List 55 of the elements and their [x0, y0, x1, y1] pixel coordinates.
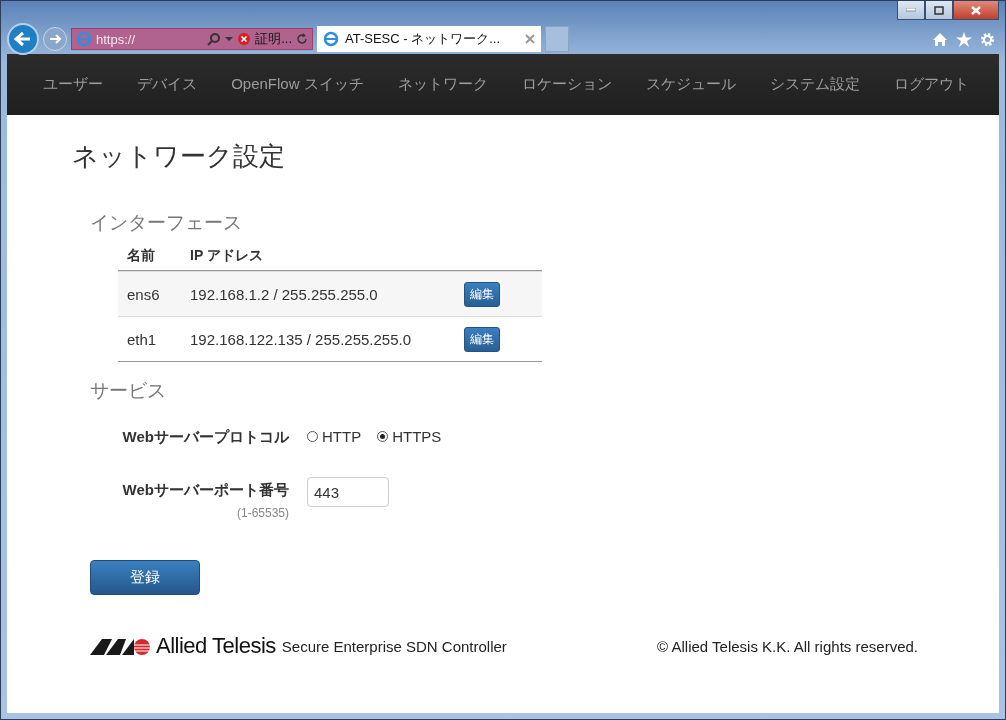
submit-button[interactable]: 登録 — [90, 560, 200, 595]
nav-link[interactable]: システム設定 — [769, 75, 860, 94]
brand-name: Allied Telesis — [156, 633, 276, 659]
nav-link[interactable]: ロケーション — [521, 75, 612, 94]
maximize-button[interactable] — [925, 1, 953, 20]
close-icon — [971, 5, 981, 15]
minimize-button[interactable] — [897, 1, 925, 20]
certificate-warning: 証明... — [255, 30, 292, 48]
forward-button[interactable] — [43, 27, 67, 51]
section-heading: サービス — [90, 379, 167, 403]
home-icon[interactable] — [932, 31, 948, 47]
minimize-icon — [906, 8, 916, 12]
column-header: IP アドレス — [190, 247, 264, 265]
nav-link[interactable]: OpenFlow スイッチ — [231, 75, 364, 94]
page-title: ネットワーク設定 — [72, 140, 286, 173]
close-button[interactable] — [953, 1, 999, 20]
tab-title: AT-SESC - ネットワーク... — [345, 30, 502, 48]
address-text: https:// — [96, 31, 137, 47]
field-label: Webサーバーポート番号 — [122, 481, 289, 500]
maximize-icon — [934, 5, 944, 15]
nav-link[interactable]: スケジュール — [645, 75, 736, 94]
browser-logo-icon — [323, 31, 339, 47]
browser-tab[interactable]: AT-SESC - ネットワーク... — [317, 26, 541, 52]
table-cell-text: 192.168.1.2 / 255.255.255.0 — [190, 285, 379, 303]
refresh-icon — [296, 33, 308, 45]
column-header: 名前 — [126, 247, 156, 265]
port-input[interactable]: 443 — [307, 477, 389, 507]
star-icon[interactable] — [956, 31, 972, 47]
browser-logo-icon — [76, 31, 92, 47]
field-hint: (1-65535) — [236, 506, 289, 520]
close-icon[interactable] — [525, 34, 535, 44]
radio-label: HTTPS — [392, 428, 442, 445]
section-heading: インターフェース — [90, 211, 243, 235]
table-cell-text: ens6 — [126, 285, 161, 303]
logo-icon — [90, 637, 152, 655]
arrow-left-icon — [14, 31, 32, 47]
search-icon — [207, 32, 222, 46]
error-icon — [237, 32, 252, 46]
nav-link[interactable]: デバイス — [137, 75, 198, 94]
table-cell-text: 192.168.122.135 / 255.255.255.0 — [190, 330, 413, 348]
nav-link[interactable]: ログアウト — [894, 75, 969, 94]
caret-icon — [225, 36, 234, 42]
edit-button[interactable]: 編集 — [464, 326, 500, 352]
nav-link[interactable]: ネットワーク — [397, 75, 488, 94]
copyright-text: © Allied Telesis K.K. All rights reserved. — [657, 637, 918, 655]
settings-icon[interactable] — [980, 31, 995, 47]
table-cell-text: eth1 — [126, 330, 158, 348]
edit-button[interactable]: 編集 — [464, 281, 500, 307]
arrow-right-icon — [48, 33, 62, 45]
field-label: Webサーバープロトコル — [122, 428, 289, 447]
address-bar[interactable]: https:// 証明... — [71, 28, 313, 50]
nav-link[interactable]: ユーザー — [43, 75, 103, 94]
back-button[interactable] — [7, 23, 39, 55]
product-name: Secure Enterprise SDN Controller — [281, 637, 507, 655]
radio-label: HTTP — [322, 428, 362, 445]
